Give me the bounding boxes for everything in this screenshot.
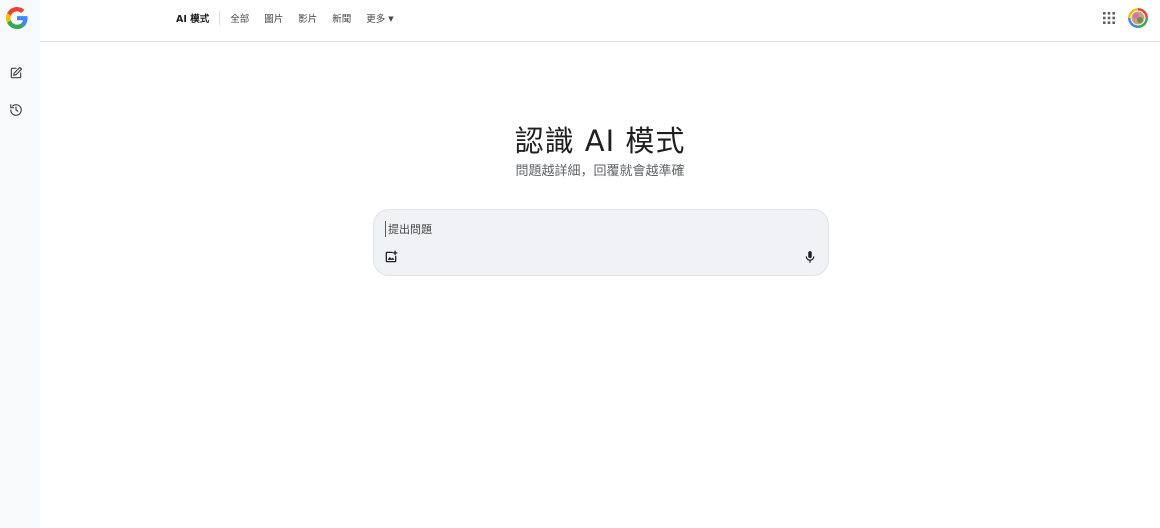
- history-button[interactable]: [7, 101, 25, 119]
- tab-divider: [219, 11, 221, 25]
- tab-all[interactable]: 全部: [230, 11, 249, 25]
- page-subtitle: 問題越詳細，回覆就會越準確: [515, 164, 685, 179]
- avatar-image: [1128, 8, 1148, 28]
- left-rail: [0, 0, 40, 528]
- edit-icon: [10, 66, 23, 79]
- tab-news[interactable]: 新聞: [332, 11, 351, 25]
- apps-grid-icon[interactable]: [1102, 11, 1116, 25]
- search-tabs: AI 模式 全部 圖片 影片 新聞 更多 ▼: [176, 0, 409, 36]
- tab-videos[interactable]: 影片: [298, 11, 317, 25]
- mic-icon[interactable]: [803, 250, 817, 264]
- history-icon: [10, 104, 22, 116]
- search-input[interactable]: [385, 221, 788, 237]
- tab-more[interactable]: 更多 ▼: [366, 11, 393, 25]
- tab-ai-mode[interactable]: AI 模式: [176, 11, 209, 25]
- ai-search-box: [373, 209, 829, 276]
- caret-down-icon: ▼: [388, 15, 394, 23]
- tab-more-label: 更多: [366, 14, 386, 25]
- image-upload-icon[interactable]: [384, 250, 398, 264]
- new-chat-button[interactable]: [7, 64, 25, 82]
- account-avatar[interactable]: [1128, 8, 1148, 28]
- tab-images[interactable]: 圖片: [264, 11, 283, 25]
- google-logo[interactable]: [6, 7, 28, 29]
- page-title: 認識 AI 模式: [514, 124, 686, 158]
- top-bar: AI 模式 全部 圖片 影片 新聞 更多 ▼: [40, 0, 1160, 42]
